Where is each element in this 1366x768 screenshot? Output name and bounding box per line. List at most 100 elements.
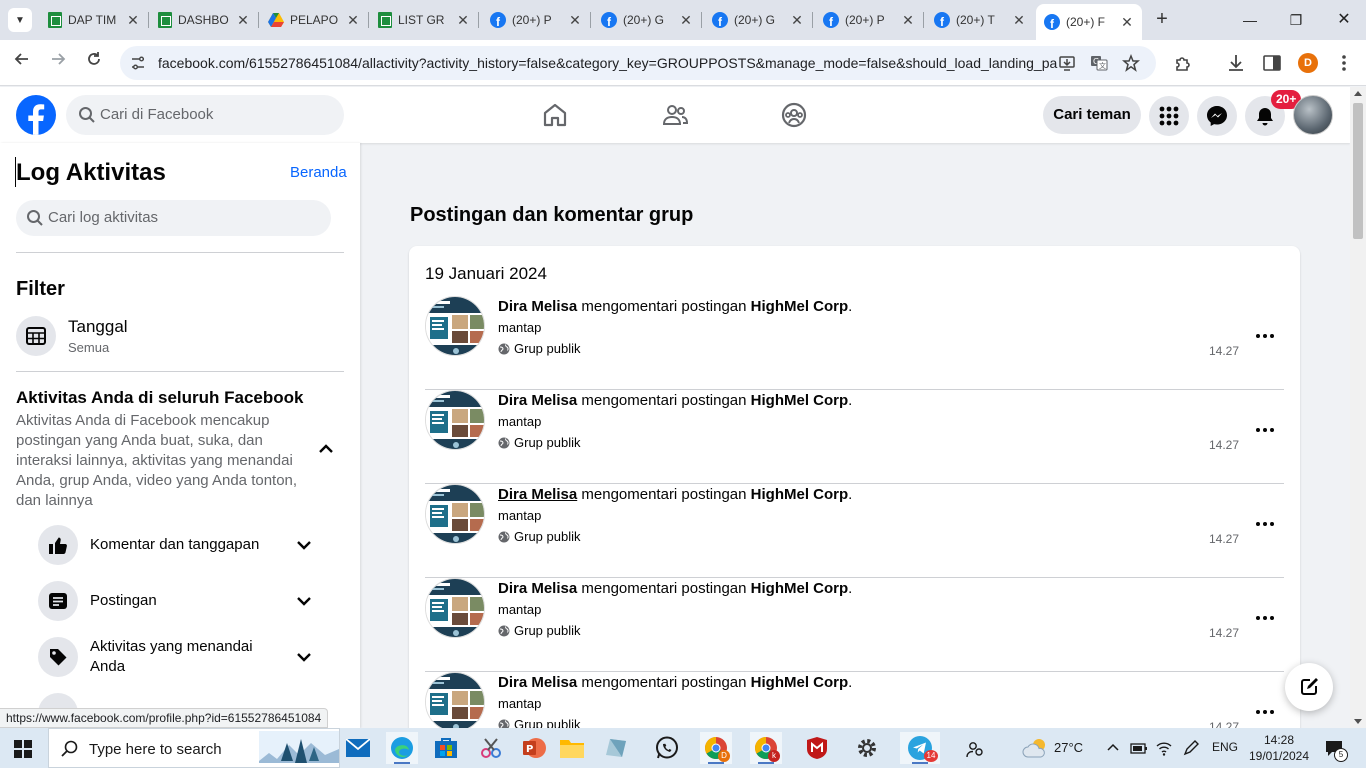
- group-post-thumbnail[interactable]: [425, 390, 485, 450]
- browser-tab[interactable]: DAP TIM ✕: [40, 6, 148, 34]
- chevron-up-icon[interactable]: [1107, 742, 1119, 752]
- minimize-button[interactable]: —: [1238, 8, 1262, 32]
- wifi-icon[interactable]: [1155, 739, 1173, 757]
- chevron-up-icon[interactable]: [316, 439, 336, 459]
- home-link[interactable]: Beranda: [290, 164, 347, 181]
- taskbar-chrome-1[interactable]: D: [700, 732, 732, 764]
- bookmark-star-icon[interactable]: [1122, 54, 1140, 72]
- tab-search-button[interactable]: ▼: [8, 8, 32, 32]
- close-icon[interactable]: ✕: [679, 12, 693, 29]
- group-post-thumbnail[interactable]: [425, 578, 485, 638]
- activity-entry[interactable]: Dira Melisa mengomentari postingan HighM…: [425, 296, 1284, 390]
- address-bar[interactable]: facebook.com/61552786451084/allactivity?…: [120, 46, 1156, 80]
- friends-icon[interactable]: [661, 101, 689, 129]
- taskbar-edge[interactable]: [386, 732, 418, 764]
- target-link[interactable]: HighMel Corp: [751, 298, 849, 315]
- browser-tab[interactable]: LIST GR ✕: [370, 6, 478, 34]
- back-button[interactable]: [10, 51, 34, 75]
- facebook-logo-icon[interactable]: [16, 95, 56, 135]
- target-link[interactable]: HighMel Corp: [751, 486, 849, 503]
- browser-tab-active[interactable]: f (20+) F ✕: [1036, 4, 1142, 40]
- taskbar-whatsapp[interactable]: [651, 732, 683, 764]
- close-icon[interactable]: ✕: [790, 12, 804, 29]
- target-link[interactable]: HighMel Corp: [751, 392, 849, 409]
- browser-tab[interactable]: f (20+) P ✕: [482, 6, 590, 34]
- sidebar-item-label[interactable]: Postingan: [90, 591, 270, 611]
- browser-tab[interactable]: f (20+) G ✕: [593, 6, 701, 34]
- extensions-icon[interactable]: [1172, 52, 1194, 74]
- taskbar-telegram[interactable]: 14: [900, 732, 940, 764]
- download-icon[interactable]: [1225, 52, 1247, 74]
- target-link[interactable]: HighMel Corp: [751, 674, 849, 691]
- chevron-down-icon[interactable]: [294, 591, 314, 611]
- taskbar-snipping[interactable]: [475, 732, 507, 764]
- taskbar-chrome-2[interactable]: k: [750, 732, 782, 764]
- activity-search-input[interactable]: Cari log aktivitas: [16, 200, 331, 236]
- taskbar-store[interactable]: [430, 732, 462, 764]
- page-scrollbar[interactable]: [1350, 87, 1366, 728]
- close-icon[interactable]: ✕: [568, 12, 582, 29]
- actor-link[interactable]: Dira Melisa: [498, 674, 577, 691]
- more-options-icon[interactable]: [1255, 704, 1275, 720]
- taskbar-clock[interactable]: 14:28 19/01/2024: [1248, 732, 1310, 764]
- new-tab-button[interactable]: +: [1150, 8, 1174, 32]
- input-language[interactable]: ENG: [1212, 740, 1238, 754]
- more-options-icon[interactable]: [1255, 610, 1275, 626]
- chevron-down-icon[interactable]: [294, 647, 314, 667]
- taskbar-explorer[interactable]: [556, 732, 588, 764]
- menu-button[interactable]: [1149, 96, 1189, 136]
- group-post-thumbnail[interactable]: [425, 484, 485, 544]
- side-panel-icon[interactable]: [1261, 52, 1283, 74]
- more-options-icon[interactable]: [1255, 516, 1275, 532]
- find-friends-button[interactable]: Cari teman: [1043, 96, 1141, 134]
- forward-button[interactable]: [46, 51, 70, 75]
- browser-tab[interactable]: PELAPO ✕: [260, 6, 368, 34]
- actor-link[interactable]: Dira Melisa: [498, 580, 577, 597]
- close-icon[interactable]: ✕: [236, 12, 250, 29]
- scroll-thumb[interactable]: [1353, 103, 1363, 239]
- browser-tab[interactable]: f (20+) P ✕: [815, 6, 923, 34]
- activity-entry[interactable]: Dira Melisa mengomentari postingan HighM…: [425, 578, 1284, 672]
- groups-icon[interactable]: [780, 101, 808, 129]
- close-icon[interactable]: ✕: [901, 12, 915, 29]
- install-app-icon[interactable]: [1058, 54, 1076, 72]
- reload-button[interactable]: [82, 51, 106, 75]
- taskbar-settings[interactable]: [851, 732, 883, 764]
- close-icon[interactable]: ✕: [456, 12, 470, 29]
- target-link[interactable]: HighMel Corp: [751, 580, 849, 597]
- sidebar-item-label[interactable]: Komentar dan tanggapan: [90, 535, 270, 555]
- people-icon[interactable]: [966, 740, 984, 758]
- browser-tab[interactable]: f (20+) T ✕: [926, 6, 1034, 34]
- more-vertical-icon[interactable]: [1333, 52, 1355, 74]
- group-post-thumbnail[interactable]: [425, 296, 485, 356]
- taskbar-app-paper[interactable]: [600, 732, 632, 764]
- facebook-search-input[interactable]: Cari di Facebook: [66, 95, 344, 135]
- actor-link[interactable]: Dira Melisa: [498, 486, 577, 503]
- close-icon[interactable]: ✕: [126, 12, 140, 29]
- sidebar-item-tagged[interactable]: [38, 637, 78, 677]
- sidebar-item-comments[interactable]: [38, 525, 78, 565]
- scroll-up-arrow[interactable]: [1354, 91, 1362, 96]
- taskbar-powerpoint[interactable]: P: [518, 732, 550, 764]
- actor-link[interactable]: Dira Melisa: [498, 392, 577, 409]
- taskbar-mcafee[interactable]: [801, 732, 833, 764]
- new-message-button[interactable]: [1285, 663, 1333, 711]
- restore-button[interactable]: ❐: [1284, 8, 1308, 32]
- activity-entry[interactable]: Dira Melisa mengomentari postingan HighM…: [425, 484, 1284, 578]
- activity-entry[interactable]: Dira Melisa mengomentari postingan HighM…: [425, 390, 1284, 484]
- close-icon[interactable]: ✕: [1120, 14, 1134, 31]
- windows-start-icon[interactable]: [14, 740, 32, 758]
- browser-profile-avatar[interactable]: D: [1298, 53, 1318, 73]
- translate-icon[interactable]: G文: [1090, 54, 1108, 72]
- browser-tab[interactable]: DASHBO ✕: [150, 6, 258, 34]
- date-filter-label[interactable]: Tanggal: [68, 317, 128, 337]
- date-filter-button[interactable]: [16, 316, 56, 356]
- actor-link[interactable]: Dira Melisa: [498, 298, 577, 315]
- taskbar-mail[interactable]: [342, 732, 374, 764]
- more-options-icon[interactable]: [1255, 422, 1275, 438]
- pen-icon[interactable]: [1182, 739, 1200, 757]
- sidebar-item-label[interactable]: Aktivitas yang menandai Anda: [90, 637, 270, 677]
- sidebar-item-posts[interactable]: [38, 581, 78, 621]
- profile-avatar[interactable]: [1293, 95, 1333, 135]
- taskbar-search-input[interactable]: Type here to search: [48, 728, 340, 768]
